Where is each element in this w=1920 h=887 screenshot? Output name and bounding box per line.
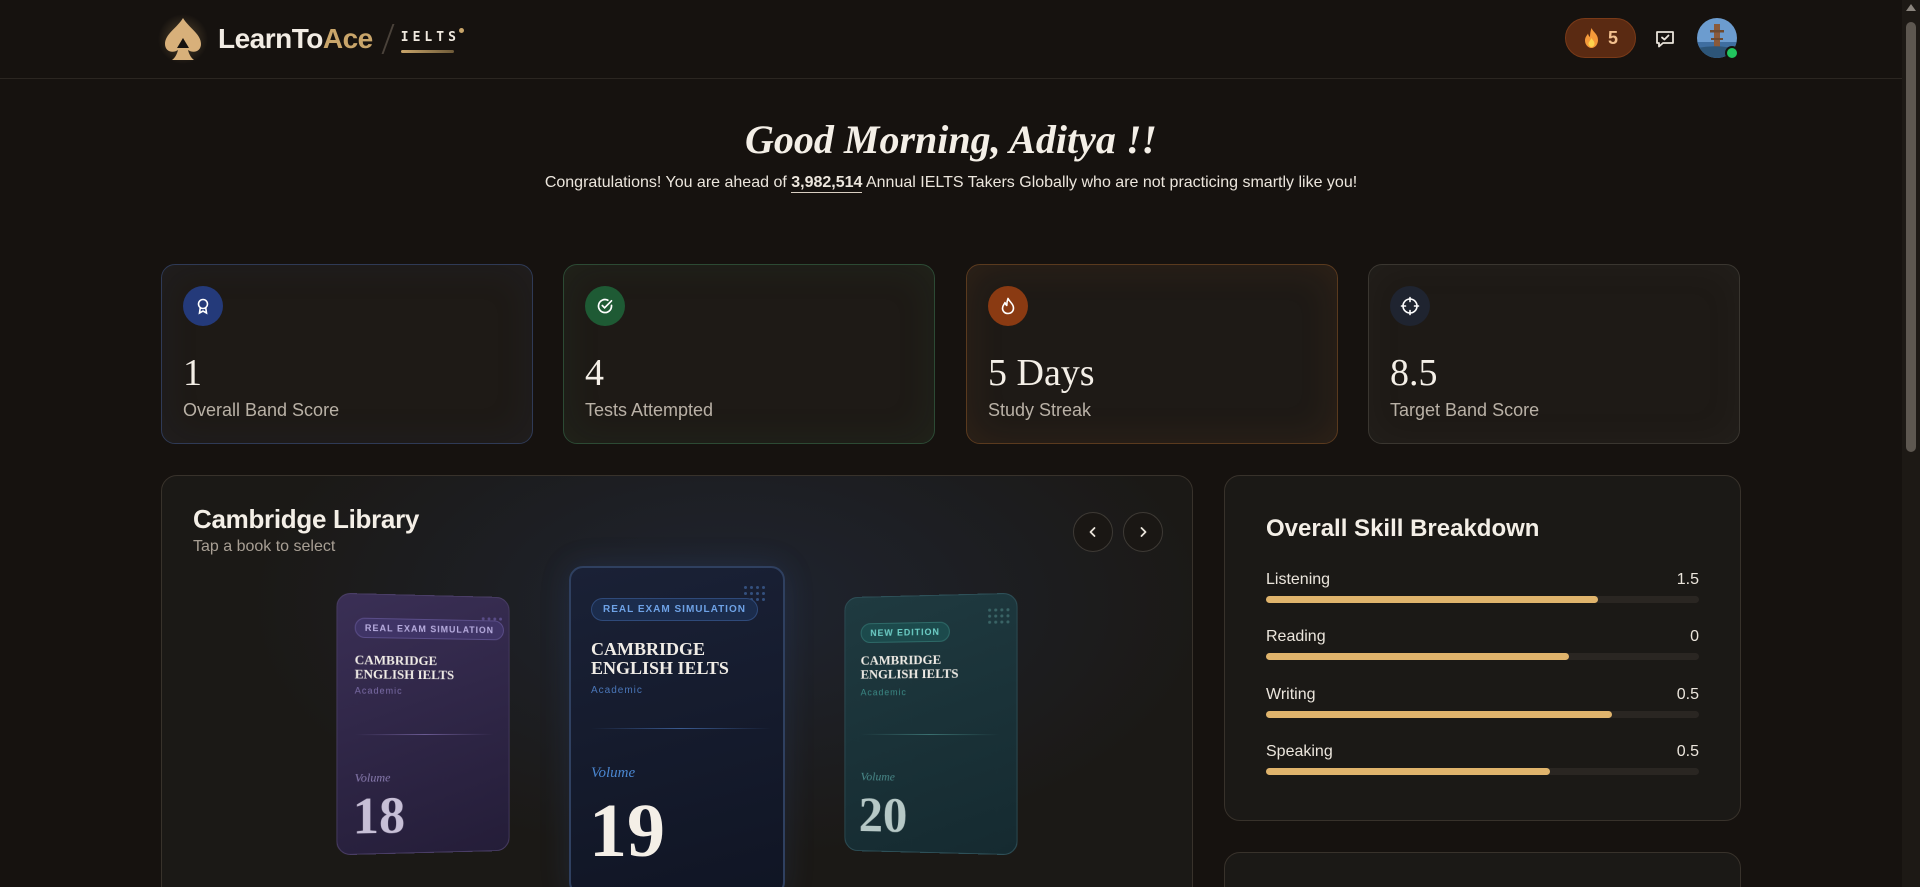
ahead-count: 3,982,514 [791, 174, 862, 193]
stat-label: Overall Band Score [183, 400, 339, 421]
book-divider [355, 734, 494, 735]
stat-value: 4 [585, 351, 604, 395]
book-volume-number: 20 [859, 789, 908, 839]
check-circle-icon [585, 286, 625, 326]
book-divider [591, 728, 771, 729]
skill-progress-track [1266, 596, 1699, 603]
brand-name-accent: Ace [323, 23, 373, 54]
crosshair-icon [1390, 286, 1430, 326]
congrats-text-before: Congratulations! You are ahead of [545, 174, 791, 191]
book-volume-number: 19 [589, 793, 665, 869]
book-title: CAMBRIDGE ENGLISH IELTS [355, 653, 494, 682]
chevron-left-icon [1086, 525, 1100, 539]
online-status-indicator [1725, 46, 1739, 60]
book-badge: REAL EXAM SIMULATION [591, 598, 758, 621]
stat-value: 5 Days [988, 351, 1095, 395]
skills-title: Overall Skill Breakdown [1266, 515, 1539, 543]
brand-logo[interactable]: LearnToAce IELTS [158, 14, 460, 64]
book-type: Academic [355, 685, 403, 695]
skill-score: 1.5 [1677, 571, 1699, 589]
book-card-volume-20[interactable]: NEW EDITION CAMBRIDGE ENGLISH IELTS Acad… [844, 593, 1017, 856]
stat-label: Tests Attempted [585, 400, 713, 421]
library-title: Cambridge Library [193, 504, 419, 535]
congrats-text-after: Annual IELTS Takers Globally who are not… [862, 174, 1357, 191]
book-card-volume-19[interactable]: REAL EXAM SIMULATION CAMBRIDGE ENGLISH I… [569, 566, 785, 887]
messages-button[interactable] [1652, 26, 1678, 52]
congrats-message: Congratulations! You are ahead of 3,982,… [0, 174, 1902, 192]
chevron-right-icon [1136, 525, 1150, 539]
book-volume-number: 18 [353, 790, 405, 843]
book-card-volume-18[interactable]: REAL EXAM SIMULATION CAMBRIDGE ENGLISH I… [336, 593, 509, 856]
brand-name: LearnToAce [218, 23, 373, 55]
skill-progress-fill [1266, 711, 1612, 718]
cambridge-library-panel: Cambridge Library Tap a book to select R… [161, 475, 1193, 887]
flame-icon [988, 286, 1028, 326]
skill-breakdown-panel: Overall Skill Breakdown Listening 1.5 Re… [1224, 475, 1741, 821]
skill-row-writing: Writing 0.5 [1266, 686, 1699, 726]
book-title: CAMBRIDGE ENGLISH IELTS [861, 652, 1000, 681]
scroll-up-arrow-icon[interactable] [1906, 4, 1916, 11]
carousel-next-button[interactable] [1123, 512, 1163, 552]
spade-logo-icon [158, 14, 208, 64]
skill-row-listening: Listening 1.5 [1266, 571, 1699, 611]
book-type: Academic [591, 685, 643, 696]
skill-row-speaking: Speaking 0.5 [1266, 743, 1699, 783]
streak-counter-button[interactable]: 5 [1565, 18, 1636, 58]
book-volume-label: Volume [861, 769, 895, 784]
stat-card-target-band-score: 8.5 Target Band Score [1368, 264, 1740, 444]
exam-tag-text: IELTS [401, 30, 460, 45]
book-title: CAMBRIDGE ENGLISH IELTS [591, 640, 771, 678]
skill-progress-track [1266, 711, 1699, 718]
skill-score: 0.5 [1677, 743, 1699, 761]
skill-progress-fill [1266, 653, 1569, 660]
book-type: Academic [861, 687, 907, 697]
exam-tag-dot [459, 28, 464, 33]
skill-progress-fill [1266, 596, 1598, 603]
message-icon [1654, 28, 1676, 50]
scrollbar-thumb[interactable] [1906, 22, 1916, 452]
stat-label: Target Band Score [1390, 400, 1539, 421]
skill-progress-fill [1266, 768, 1550, 775]
skill-name: Writing [1266, 686, 1316, 704]
skill-name: Listening [1266, 571, 1330, 589]
next-panel [1224, 852, 1741, 887]
book-divider [861, 734, 1000, 735]
stat-card-study-streak: 5 Days Study Streak [966, 264, 1338, 444]
stat-label: Study Streak [988, 400, 1091, 421]
skill-progress-track [1266, 653, 1699, 660]
skill-progress-track [1266, 768, 1699, 775]
skill-name: Reading [1266, 628, 1326, 646]
greeting-title: Good Morning, Aditya !! [0, 116, 1902, 163]
book-volume-label: Volume [591, 765, 635, 782]
skill-name: Speaking [1266, 743, 1333, 761]
library-subtitle: Tap a book to select [193, 538, 335, 556]
streak-count: 5 [1608, 28, 1618, 49]
skill-score: 0 [1690, 628, 1699, 646]
stat-value: 8.5 [1390, 351, 1438, 395]
book-volume-label: Volume [355, 770, 391, 786]
brand-separator [381, 24, 394, 54]
skill-score: 0.5 [1677, 686, 1699, 704]
carousel-prev-button[interactable] [1073, 512, 1113, 552]
stat-value: 1 [183, 351, 202, 395]
dot-grid-decoration [988, 608, 1009, 624]
stat-card-overall-band-score: 1 Overall Band Score [161, 264, 533, 444]
top-navigation-bar: LearnToAce IELTS 5 [0, 0, 1920, 79]
skill-row-reading: Reading 0 [1266, 628, 1699, 668]
book-badge: REAL EXAM SIMULATION [355, 618, 504, 641]
award-icon [183, 286, 223, 326]
fire-icon [1583, 28, 1600, 48]
exam-tag: IELTS [401, 30, 460, 55]
stat-card-tests-attempted: 4 Tests Attempted [563, 264, 935, 444]
brand-name-part: LearnTo [218, 23, 323, 54]
book-badge: NEW EDITION [861, 622, 950, 644]
